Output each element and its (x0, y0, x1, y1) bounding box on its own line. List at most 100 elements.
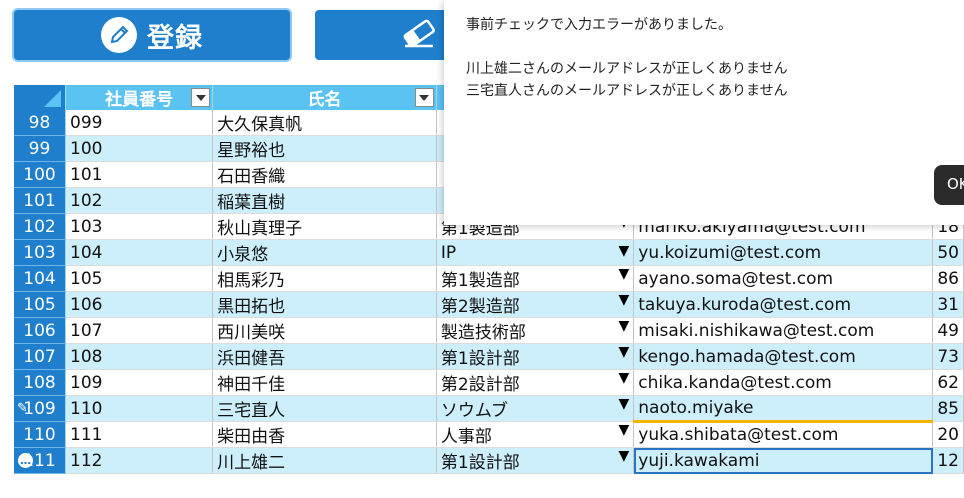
table-row[interactable]: 104 105 相馬彩乃 第1製造部 ▼ ayano.soma@test.com 86 (14, 265, 964, 292)
extra-cell[interactable]: 49 (932, 317, 964, 344)
register-button[interactable]: 登録 (14, 10, 290, 60)
extra-cell[interactable]: 86 (932, 265, 964, 292)
table-row[interactable]: 103 104 小泉悠 IP ▼ yu.koizumi@test.com 50 (14, 239, 964, 266)
name-cell[interactable]: 浜田健吾 (212, 343, 437, 370)
filter-dropdown-button[interactable] (191, 88, 211, 107)
department-cell[interactable]: IP ▼ (436, 239, 635, 266)
table-row[interactable]: ✎ 109 110 三宅直人 ソウムブ ▼ naoto.miyake 85 (14, 395, 964, 423)
name-cell[interactable]: 石田香織 (212, 161, 437, 188)
column-header-name[interactable]: 氏名 (212, 85, 437, 110)
name-cell[interactable]: 三宅直人 (212, 395, 437, 422)
email-cell[interactable]: chika.kanda@test.com (633, 369, 934, 396)
name-cell[interactable]: 星野裕也 (212, 135, 437, 162)
employee-no-cell[interactable]: 112 (65, 447, 214, 474)
email-cell[interactable]: naoto.miyake (633, 395, 934, 423)
row-number[interactable]: ✎ 109 (14, 395, 66, 422)
dropdown-arrow-icon[interactable]: ▼ (618, 344, 629, 369)
table-row[interactable]: 106 107 西川美咲 製造技術部 ▼ misaki.nishikawa@test.co… (14, 317, 964, 344)
row-number[interactable]: 103 (14, 239, 66, 266)
department-cell[interactable]: 製造技術部 ▼ (436, 317, 635, 344)
row-number[interactable]: 98 (14, 110, 66, 136)
name-cell[interactable]: 大久保真帆 (212, 110, 437, 136)
row-number[interactable]: 106 (14, 317, 66, 344)
employee-no-cell[interactable]: 102 (65, 187, 214, 214)
employee-no-cell[interactable]: 101 (65, 161, 214, 188)
name-cell[interactable]: 黒田拓也 (212, 291, 437, 318)
email-cell[interactable]: yuji.kawakami (633, 447, 934, 474)
employee-no-cell[interactable]: 106 (65, 291, 214, 318)
dropdown-arrow-icon[interactable]: ▼ (618, 318, 629, 343)
dropdown-arrow-icon[interactable]: ▼ (618, 266, 629, 291)
department-cell[interactable]: 第2製造部 ▼ (436, 291, 635, 318)
eraser-icon (401, 18, 437, 52)
column-header-employee-no[interactable]: 社員番号 (65, 85, 214, 110)
employee-no-cell[interactable]: 107 (65, 317, 214, 344)
dropdown-arrow-icon[interactable]: ▼ (618, 396, 629, 421)
name-cell[interactable]: 西川美咲 (212, 317, 437, 344)
email-cell[interactable]: kengo.hamada@test.com (633, 343, 934, 370)
name-cell[interactable]: 川上雄二 (212, 447, 437, 474)
dropdown-arrow-icon[interactable]: ▼ (618, 243, 629, 263)
table-row[interactable]: 110 111 柴田由香 人事部 ▼ yuka.shibata@test.com 20 (14, 421, 964, 448)
filter-dropdown-button[interactable] (414, 88, 434, 107)
extra-cell[interactable]: 85 (932, 395, 964, 422)
department-cell[interactable]: 第1製造部▼ (436, 265, 635, 292)
email-cell[interactable]: ayano.soma@test.com (633, 265, 934, 292)
table-row[interactable]: 105 106 黒田拓也 第2製造部 ▼ takuya.kuroda@test.com 31 (14, 291, 964, 318)
name-cell[interactable]: 神田千佳 (212, 369, 437, 396)
table-row[interactable]: 107 108 浜田健吾 第1設計部 ▼ kengo.hamada@test.com 73 (14, 343, 964, 370)
employee-no-cell[interactable]: 109 (65, 369, 214, 396)
row-number[interactable]: 104 (14, 265, 66, 292)
name-cell[interactable]: 秋山真理子 (212, 213, 437, 240)
dropdown-arrow-icon[interactable]: ▼ (618, 292, 629, 317)
select-all-corner[interactable] (14, 85, 66, 110)
name-cell[interactable]: 相馬彩乃 (212, 265, 437, 292)
ok-button[interactable]: OK (934, 165, 964, 205)
name-cell[interactable]: 柴田由香 (212, 421, 437, 448)
email-cell[interactable]: yuka.shibata@test.com (633, 421, 934, 448)
department-cell[interactable]: 第1設計部 ▼ (436, 447, 635, 474)
dropdown-arrow-icon[interactable]: ▼ (618, 448, 629, 473)
chevron-down-icon (419, 94, 430, 101)
employee-no-cell[interactable]: 099 (65, 110, 214, 136)
row-number[interactable]: 99 (14, 135, 66, 162)
extra-cell[interactable]: 62 (932, 369, 964, 396)
table-row[interactable]: 108 109 神田千佳 第2設計部 ▼ chika.kanda@test.com 62 (14, 369, 964, 396)
employee-no-cell[interactable]: 111 (65, 421, 214, 448)
row-number[interactable]: … 111 (14, 447, 66, 474)
extra-cell[interactable]: 20 (932, 421, 964, 448)
email-cell[interactable]: takuya.kuroda@test.com (633, 291, 934, 318)
row-number[interactable]: 107 (14, 343, 66, 370)
row-number[interactable]: 108 (14, 369, 66, 396)
employee-no-cell[interactable]: 108 (65, 343, 214, 370)
employee-no-cell[interactable]: 105 (65, 265, 214, 292)
row-number[interactable]: 100 (14, 161, 66, 188)
extra-cell[interactable]: 50 (932, 239, 964, 266)
email-cell[interactable]: misaki.nishikawa@test.com (633, 317, 934, 344)
employee-no-cell[interactable]: 104 (65, 239, 214, 266)
extra-cell[interactable]: 12 (932, 447, 964, 474)
dropdown-arrow-icon[interactable]: ▼ (618, 370, 629, 395)
email-cell[interactable]: yu.koizumi@test.com (633, 239, 934, 266)
department-cell[interactable]: ソウムブ ▼ (436, 395, 635, 422)
row-number[interactable]: 101 (14, 187, 66, 214)
pencil-icon (101, 17, 137, 53)
row-number[interactable]: 102 (14, 213, 66, 240)
error-dialog: 事前チェックで入力エラーがありました。 川上雄二さんのメールアドレスが正しくあり… (444, 0, 964, 225)
employee-no-cell[interactable]: 110 (65, 395, 214, 422)
register-button-label: 登録 (147, 22, 203, 54)
employee-no-cell[interactable]: 103 (65, 213, 214, 240)
extra-cell[interactable]: 31 (932, 291, 964, 318)
dialog-message-title: 事前チェックで入力エラーがありました。 (466, 17, 732, 33)
employee-no-cell[interactable]: 100 (65, 135, 214, 162)
name-cell[interactable]: 小泉悠 (212, 239, 437, 266)
department-cell[interactable]: 第1設計部 ▼ (436, 343, 635, 370)
dropdown-arrow-icon[interactable]: ▼ (618, 422, 629, 447)
row-number[interactable]: 110 (14, 421, 66, 448)
name-cell[interactable]: 稲葉直樹 (212, 187, 437, 214)
department-cell[interactable]: 人事部 ▼ (436, 421, 635, 448)
department-cell[interactable]: 第2設計部 ▼ (436, 369, 635, 396)
table-row[interactable]: … 111 112 川上雄二 第1設計部 ▼ yuji.kawakami 12 (14, 447, 964, 474)
extra-cell[interactable]: 73 (932, 343, 964, 370)
row-number[interactable]: 105 (14, 291, 66, 318)
